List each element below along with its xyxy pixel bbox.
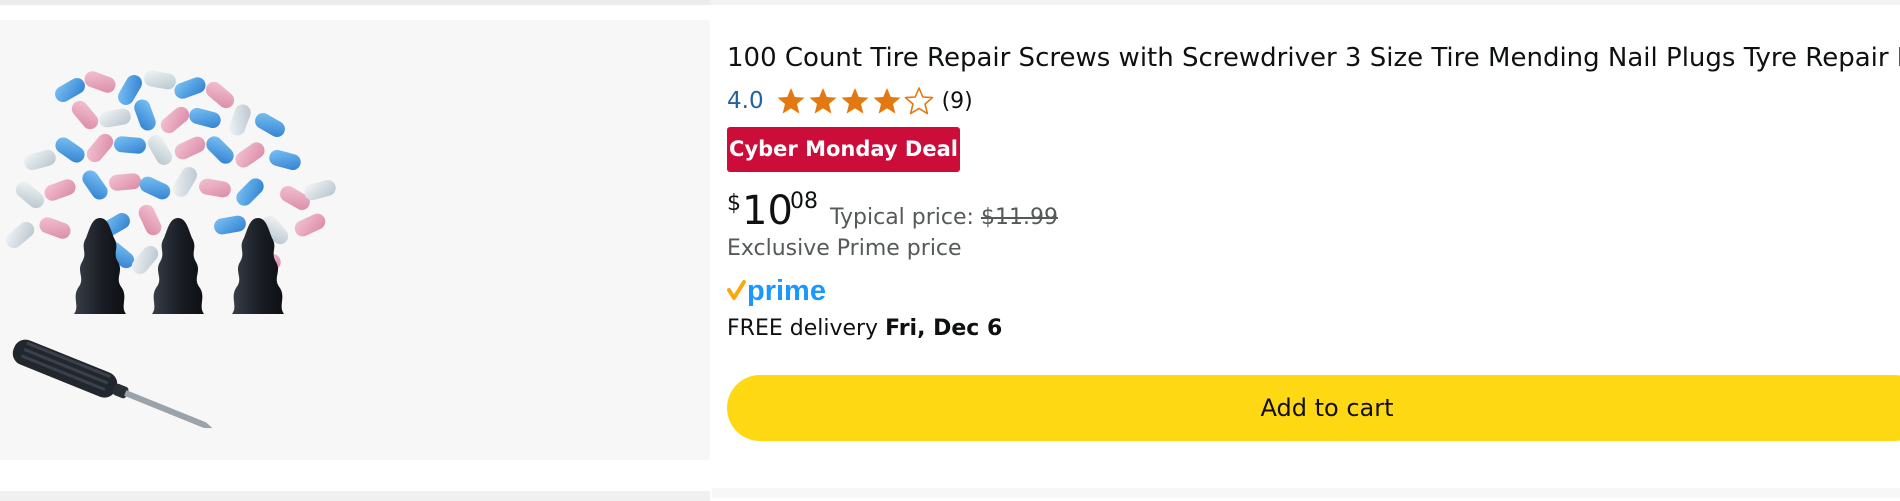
star-filled-icon (873, 88, 901, 114)
star-filled-icon (809, 88, 837, 114)
star-rating[interactable] (776, 86, 936, 116)
tire-repair-kit-image-icon (5, 70, 336, 429)
previous-result-edge (0, 0, 1900, 5)
price-symbol: $ (727, 191, 741, 216)
star-filled-icon (841, 88, 869, 114)
review-count[interactable]: (9) (942, 89, 973, 114)
product-card: 100 Count Tire Repair Screws with Screwd… (0, 20, 1900, 460)
product-image[interactable] (0, 20, 710, 460)
price-fraction: 08 (790, 189, 818, 214)
deal-badge: Cyber Monday Deal (727, 127, 960, 172)
price-whole: 10 (742, 188, 793, 234)
delivery-date: Fri, Dec 6 (885, 316, 1003, 341)
typical-price-label: Typical price: (830, 205, 974, 230)
rating-value: 4.0 (727, 88, 764, 114)
add-to-cart-button[interactable]: Add to cart (727, 375, 1900, 441)
typical-price: Typical price: $11.99 (830, 205, 1058, 230)
product-info: 100 Count Tire Repair Screws with Screwd… (727, 20, 1900, 460)
delivery-prefix: FREE delivery (727, 316, 879, 341)
next-result-edge (0, 473, 1900, 501)
prime-logo-icon: prime (727, 275, 826, 307)
typical-price-value: $11.99 (980, 205, 1058, 230)
rating-row[interactable]: 4.0 (9) (727, 81, 973, 121)
exclusive-prime-price: Exclusive Prime price (727, 236, 962, 261)
star-empty-icon (904, 87, 933, 115)
prime-logo-text: prime (747, 275, 826, 307)
product-title[interactable]: 100 Count Tire Repair Screws with Screwd… (727, 42, 1900, 74)
delivery-info: FREE delivery Fri, Dec 6 (727, 316, 1002, 341)
star-filled-icon (777, 88, 805, 114)
